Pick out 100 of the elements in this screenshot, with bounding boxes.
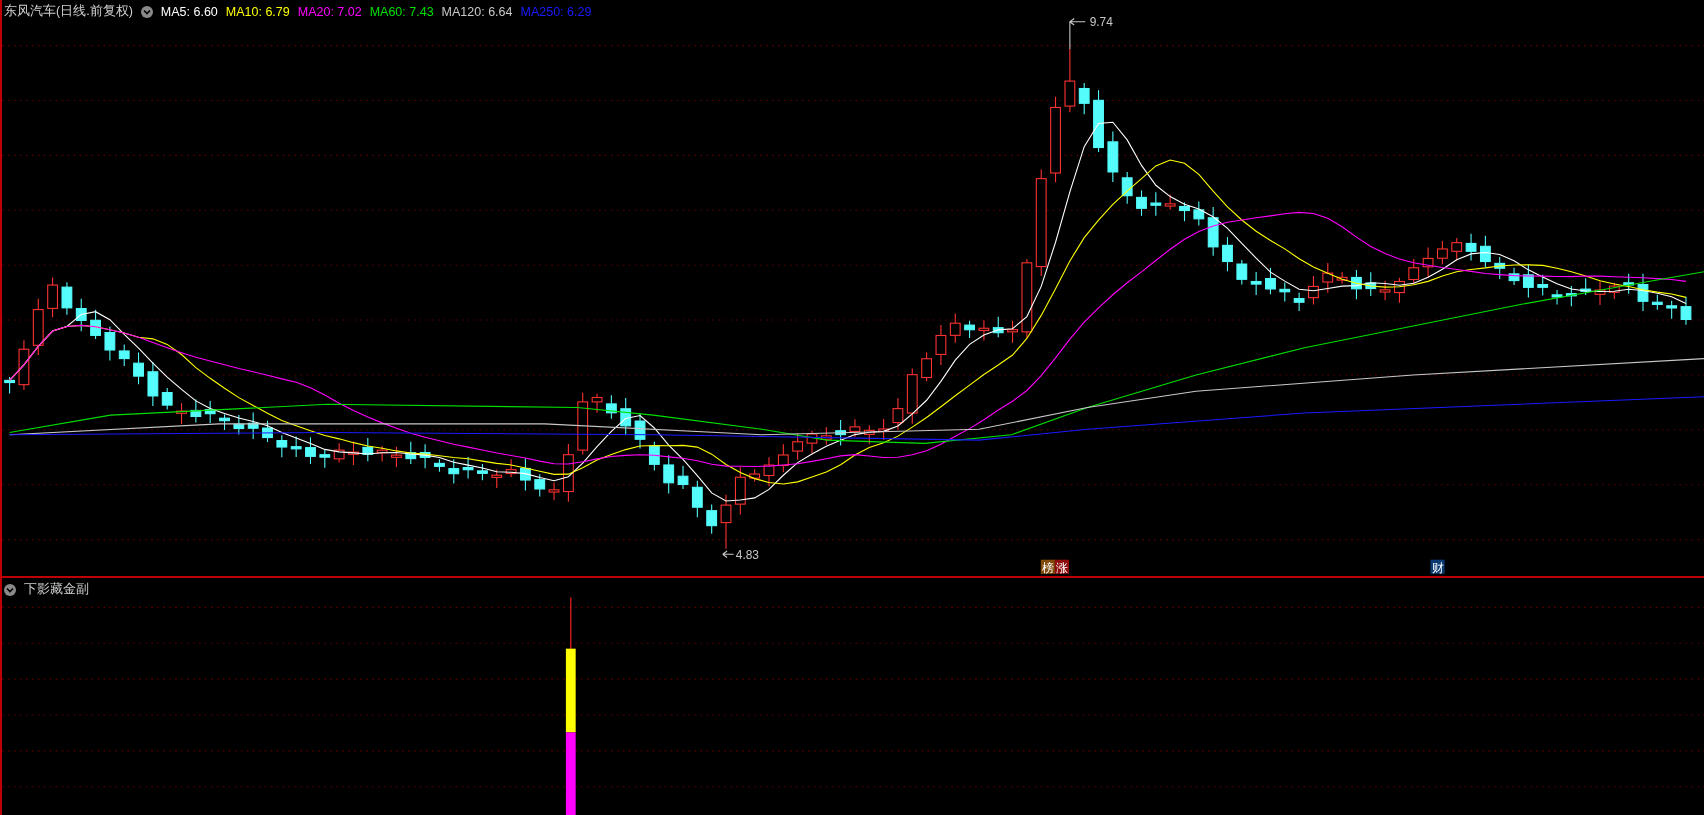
candlestick (677, 465, 689, 490)
candlestick (964, 320, 975, 339)
candlestick (620, 397, 632, 436)
low-price-label: 4.83 (735, 547, 759, 562)
candlestick (90, 309, 101, 340)
candlestick (362, 437, 374, 462)
candlestick (935, 324, 947, 366)
candlestick (519, 457, 531, 492)
candlestick (1250, 271, 1262, 296)
candlestick (1394, 277, 1405, 304)
candlestick (577, 392, 589, 456)
candlestick (591, 393, 603, 414)
indicator-value: MA20: 7.02 (297, 4, 362, 19)
candlestick (1207, 206, 1219, 257)
candlestick (1150, 191, 1162, 217)
candlestick (1121, 171, 1133, 205)
chart-title: 东风汽车(日线.前复权) (4, 3, 133, 20)
candlestick (1522, 263, 1534, 299)
candlestick (1580, 277, 1592, 296)
candlestick (1236, 259, 1248, 286)
candlestick (1651, 294, 1663, 311)
candlestick (176, 402, 187, 425)
event-badge[interactable]: 财 (1430, 559, 1445, 575)
candlestick (419, 443, 431, 469)
dropdown-icon[interactable] (140, 5, 153, 18)
high-price-label: 9.74 (1089, 15, 1113, 30)
candlestick (892, 397, 904, 430)
candlestick (792, 432, 804, 461)
candlestick (1508, 267, 1520, 286)
candlestick (118, 343, 130, 367)
candlestick (691, 480, 703, 518)
candlestick (706, 503, 718, 535)
candlestick (204, 400, 216, 424)
candlestick (348, 440, 359, 466)
candlestick (190, 399, 202, 424)
indicator-title: 下影藏金副 (24, 581, 89, 598)
candlestick (1479, 235, 1491, 269)
candlestick (1494, 256, 1506, 280)
candlestick (820, 426, 832, 446)
candlestick (4, 376, 16, 394)
indicator-value: MA250: 6.29 (520, 4, 592, 19)
candlestick (1680, 296, 1692, 326)
candlestick (1136, 189, 1147, 217)
event-badge[interactable]: 榜 (1040, 559, 1055, 575)
candlestick (333, 442, 345, 464)
candlestick (878, 418, 890, 441)
candlestick (734, 466, 746, 516)
candlestick (1565, 285, 1577, 307)
indicator-value: MA5: 6.60 (160, 4, 218, 19)
candlestick (992, 316, 1004, 338)
candlestick (1408, 258, 1420, 285)
candlestick (906, 368, 918, 425)
candlestick (720, 494, 732, 550)
candlestick (1308, 275, 1319, 306)
candlestick (777, 443, 789, 473)
candlestick (835, 419, 847, 446)
candlestick (763, 456, 775, 487)
indicator-value: MA120: 6.64 (441, 4, 513, 19)
candlestick (462, 456, 474, 480)
candlestick (1365, 271, 1377, 297)
candlestick (863, 424, 875, 445)
candlestick (562, 443, 574, 503)
candlestick (18, 339, 30, 391)
candlestick (376, 445, 388, 463)
candlestick (1293, 292, 1305, 312)
candlestick (1594, 280, 1606, 306)
candlestick (133, 352, 144, 385)
candlestick (61, 281, 73, 316)
candlestick (1379, 280, 1391, 301)
candlestick (806, 430, 818, 454)
candlestick (491, 468, 503, 489)
indicator-value: MA10: 6.79 (225, 4, 290, 19)
candlestick (1193, 200, 1205, 227)
candlestick (1465, 233, 1477, 262)
candlestick (663, 454, 675, 495)
candlestick (305, 436, 316, 465)
candlestick (1064, 48, 1076, 113)
candlestick (505, 458, 517, 478)
indicator-value: MA60: 7.43 (369, 4, 434, 19)
candlestick (247, 412, 259, 440)
candlestick (434, 458, 445, 473)
candlestick (219, 413, 230, 431)
candlestick (75, 298, 87, 332)
candlestick (648, 441, 660, 471)
candlestick (1451, 237, 1463, 262)
candlestick (949, 312, 961, 344)
candlestick (1179, 201, 1190, 222)
candlestick (448, 458, 460, 485)
candlestick (1007, 320, 1018, 344)
candlestick (921, 351, 933, 382)
candlestick (1637, 273, 1649, 312)
candlestick (1322, 262, 1334, 294)
candlestick (319, 448, 331, 469)
candlestick (1436, 240, 1448, 265)
candlestick (605, 394, 617, 420)
candlestick (32, 298, 44, 356)
dropdown-icon[interactable] (4, 583, 16, 596)
candlestick (276, 434, 288, 458)
candlestick (1623, 273, 1635, 295)
candlestick (1351, 269, 1362, 300)
